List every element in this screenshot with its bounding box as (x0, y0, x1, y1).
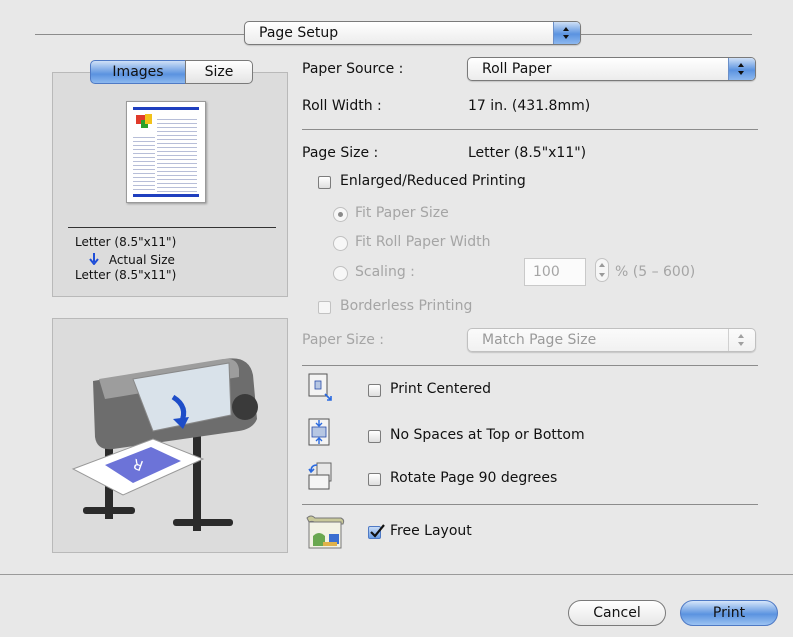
mode-select-popup[interactable]: Page Setup (244, 21, 581, 45)
fit-paper-label: Fit Paper Size (355, 205, 449, 221)
print-button-label: Print (712, 605, 746, 621)
borderless-checkbox[interactable] (318, 301, 331, 314)
paper-size-popup[interactable]: Match Page Size (467, 328, 756, 352)
paper-size-value: Match Page Size (482, 332, 597, 348)
enlarged-label: Enlarged/Reduced Printing (340, 173, 526, 189)
mode-select-value: Page Setup (259, 25, 339, 41)
settings-divider-3 (302, 504, 758, 505)
printer-panel: R (52, 318, 288, 553)
settings-divider-2 (302, 365, 758, 366)
tab-images-label: Images (112, 64, 164, 80)
enlarged-checkbox[interactable] (318, 176, 331, 189)
page-size-label: Page Size : (302, 145, 379, 161)
settings-divider-1 (302, 129, 758, 130)
print-centered-label: Print Centered (390, 381, 491, 397)
fit-roll-radio[interactable] (333, 236, 348, 251)
print-button[interactable]: Print (680, 600, 778, 626)
free-layout-checkbox[interactable] (368, 524, 385, 539)
scaling-input[interactable]: 100 (524, 258, 586, 286)
scale-text: Actual Size (108, 253, 175, 267)
preview-panel-top-left (52, 72, 90, 73)
rotate-page-icon (305, 461, 333, 497)
roll-width-value: 17 in. (431.8mm) (468, 98, 591, 114)
no-spaces-checkbox[interactable] (368, 430, 381, 443)
print-centered-checkbox[interactable] (368, 384, 381, 397)
no-spaces-icon (307, 417, 333, 451)
borderless-label: Borderless Printing (340, 298, 473, 314)
tab-size[interactable]: Size (185, 60, 253, 84)
roll-width-label: Roll Width : (302, 98, 382, 114)
bottom-separator (0, 574, 793, 575)
scaling-value: 100 (533, 264, 560, 280)
output-size-text: Letter (8.5"x11") (75, 268, 177, 282)
no-spaces-label: No Spaces at Top or Bottom (390, 427, 585, 443)
updown-arrows-icon (553, 22, 580, 44)
fit-roll-label: Fit Roll Paper Width (355, 234, 491, 250)
paper-source-value: Roll Paper (482, 61, 552, 77)
cancel-button-label: Cancel (593, 605, 641, 621)
tab-images[interactable]: Images (90, 60, 186, 84)
page-size-value: Letter (8.5"x11") (468, 145, 587, 161)
paper-size-label: Paper Size : (302, 332, 385, 348)
scaling-stepper[interactable] (595, 258, 609, 282)
scaling-range: % (5 – 600) (615, 264, 696, 280)
free-layout-label: Free Layout (390, 523, 472, 539)
print-centered-icon (307, 372, 333, 406)
rotate-page-checkbox[interactable] (368, 473, 381, 486)
page-thumbnail (126, 101, 206, 203)
scaling-radio[interactable] (333, 266, 348, 281)
tab-size-label: Size (204, 64, 234, 80)
updown-arrows-icon (728, 58, 755, 80)
printer-illustration: R (71, 358, 258, 531)
down-arrow-icon (89, 253, 103, 268)
free-layout-icon (303, 512, 347, 556)
paper-source-label: Paper Source : (302, 61, 404, 77)
paper-source-popup[interactable]: Roll Paper (467, 57, 756, 81)
rotate-page-label: Rotate Page 90 degrees (390, 470, 558, 486)
scaling-label: Scaling : (355, 264, 415, 280)
original-size-text: Letter (8.5"x11") (75, 235, 177, 249)
updown-arrows-icon (728, 329, 755, 351)
preview-panel-top-right (253, 72, 288, 73)
scale-row: Actual Size (89, 252, 175, 267)
fit-paper-radio[interactable] (333, 207, 348, 222)
cancel-button[interactable]: Cancel (568, 600, 666, 626)
preview-divider (68, 227, 276, 228)
